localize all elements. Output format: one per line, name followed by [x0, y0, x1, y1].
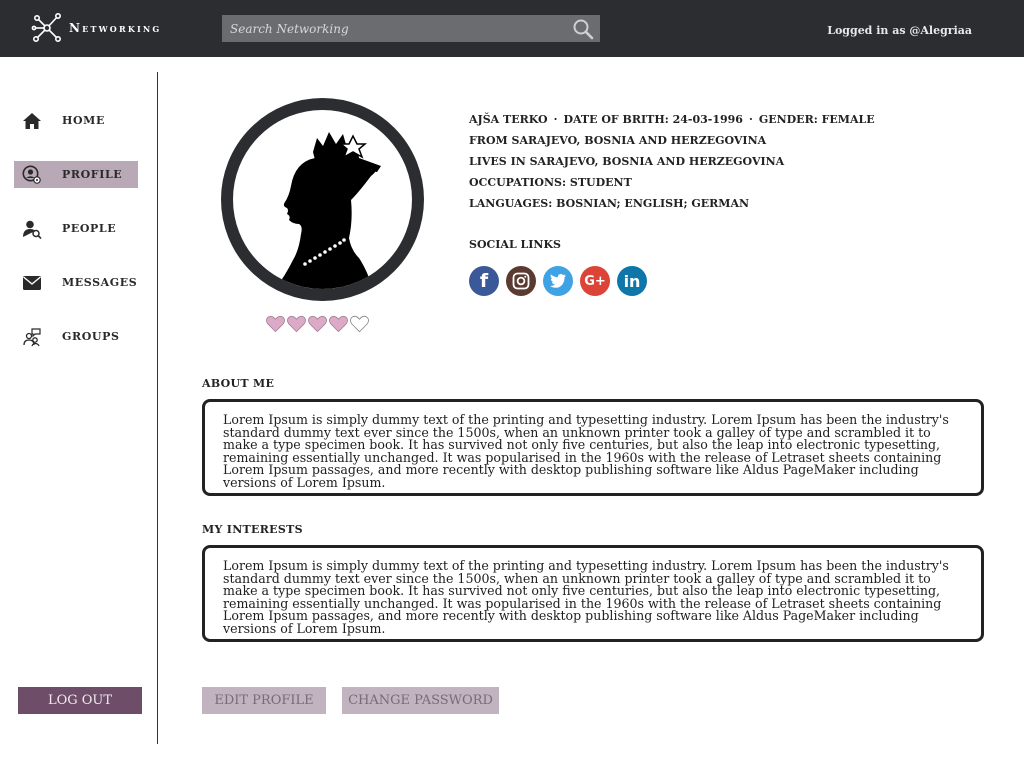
profile-settings-icon — [22, 165, 42, 185]
instagram-icon[interactable] — [506, 266, 536, 296]
search-icon[interactable] — [572, 18, 594, 40]
social-links: f G+ in — [469, 266, 654, 296]
change-password-button[interactable]: CHANGE PASSWORD — [342, 687, 499, 714]
sidebar-item-people[interactable]: PEOPLE — [14, 215, 138, 242]
home-icon — [22, 111, 42, 131]
search-input[interactable] — [222, 15, 567, 42]
heart-icon[interactable] — [286, 313, 307, 335]
rating[interactable] — [265, 313, 370, 335]
social-links-title: SOCIAL LINKS — [469, 238, 561, 251]
profile-occupation: OCCUPATIONS: STUDENT — [469, 176, 632, 189]
info-identity: AJŠA TERKO · DATE OF BRITH: 24-03-1996 · GEN… — [469, 113, 875, 126]
heart-outline-icon[interactable] — [349, 313, 370, 335]
search-bar[interactable] — [222, 15, 600, 42]
linkedin-icon[interactable]: in — [617, 266, 647, 296]
google-plus-icon[interactable]: G+ — [580, 266, 610, 296]
profile-languages: LANGUAGES: BOSNIAN; ENGLISH; GERMAN — [469, 197, 750, 210]
sidebar-item-label: GROUPS — [62, 330, 120, 343]
sidebar-item-label: MESSAGES — [62, 276, 138, 289]
login-status[interactable]: Logged in as @Alegriaa — [827, 24, 972, 37]
profile-dob: DATE OF BRITH: 24-03-1996 — [563, 113, 743, 126]
profile-lives: LIVES IN SARAJEVO, BOSNIA AND HERZEGOVIN… — [469, 155, 785, 168]
envelope-icon — [22, 273, 42, 293]
heart-icon[interactable] — [307, 313, 328, 335]
app-name[interactable]: Networking — [69, 21, 161, 35]
network-logo-icon[interactable] — [31, 12, 63, 44]
sidebar-divider — [157, 72, 158, 744]
sidebar-item-groups[interactable]: GROUPS — [14, 323, 138, 350]
profile-gender: GENDER: FEMALE — [758, 113, 875, 126]
avatar[interactable] — [221, 98, 424, 301]
profile-name: AJŠA TERKO — [469, 113, 548, 126]
people-search-icon — [22, 219, 42, 239]
edit-profile-button[interactable]: EDIT PROFILE — [202, 687, 326, 714]
top-bar: Networking Logged in as @Alegriaa — [0, 0, 1024, 57]
groups-icon — [22, 327, 42, 347]
interests-text[interactable]: Lorem Ipsum is simply dummy text of the … — [202, 545, 984, 642]
sidebar-item-label: PROFILE — [62, 168, 123, 181]
about-text[interactable]: Lorem Ipsum is simply dummy text of the … — [202, 399, 984, 496]
twitter-icon[interactable] — [543, 266, 573, 296]
facebook-icon[interactable]: f — [469, 266, 499, 296]
sidebar-item-label: HOME — [62, 114, 105, 127]
sidebar-item-home[interactable]: HOME — [14, 107, 138, 134]
profile-from: FROM SARAJEVO, BOSNIA AND HERZEGOVINA — [469, 134, 767, 147]
about-title: ABOUT ME — [202, 377, 275, 390]
queen-silhouette-avatar — [275, 132, 381, 289]
heart-icon[interactable] — [328, 313, 349, 335]
heart-icon[interactable] — [265, 313, 286, 335]
profile-info: AJŠA TERKO · DATE OF BRITH: 24-03-1996 · GEN… — [469, 113, 875, 218]
sidebar-item-messages[interactable]: MESSAGES — [14, 269, 138, 296]
sidebar-item-profile[interactable]: PROFILE — [14, 161, 138, 188]
logout-button[interactable]: LOG OUT — [18, 687, 142, 714]
sidebar-item-label: PEOPLE — [62, 222, 117, 235]
interests-title: MY INTERESTS — [202, 523, 303, 536]
